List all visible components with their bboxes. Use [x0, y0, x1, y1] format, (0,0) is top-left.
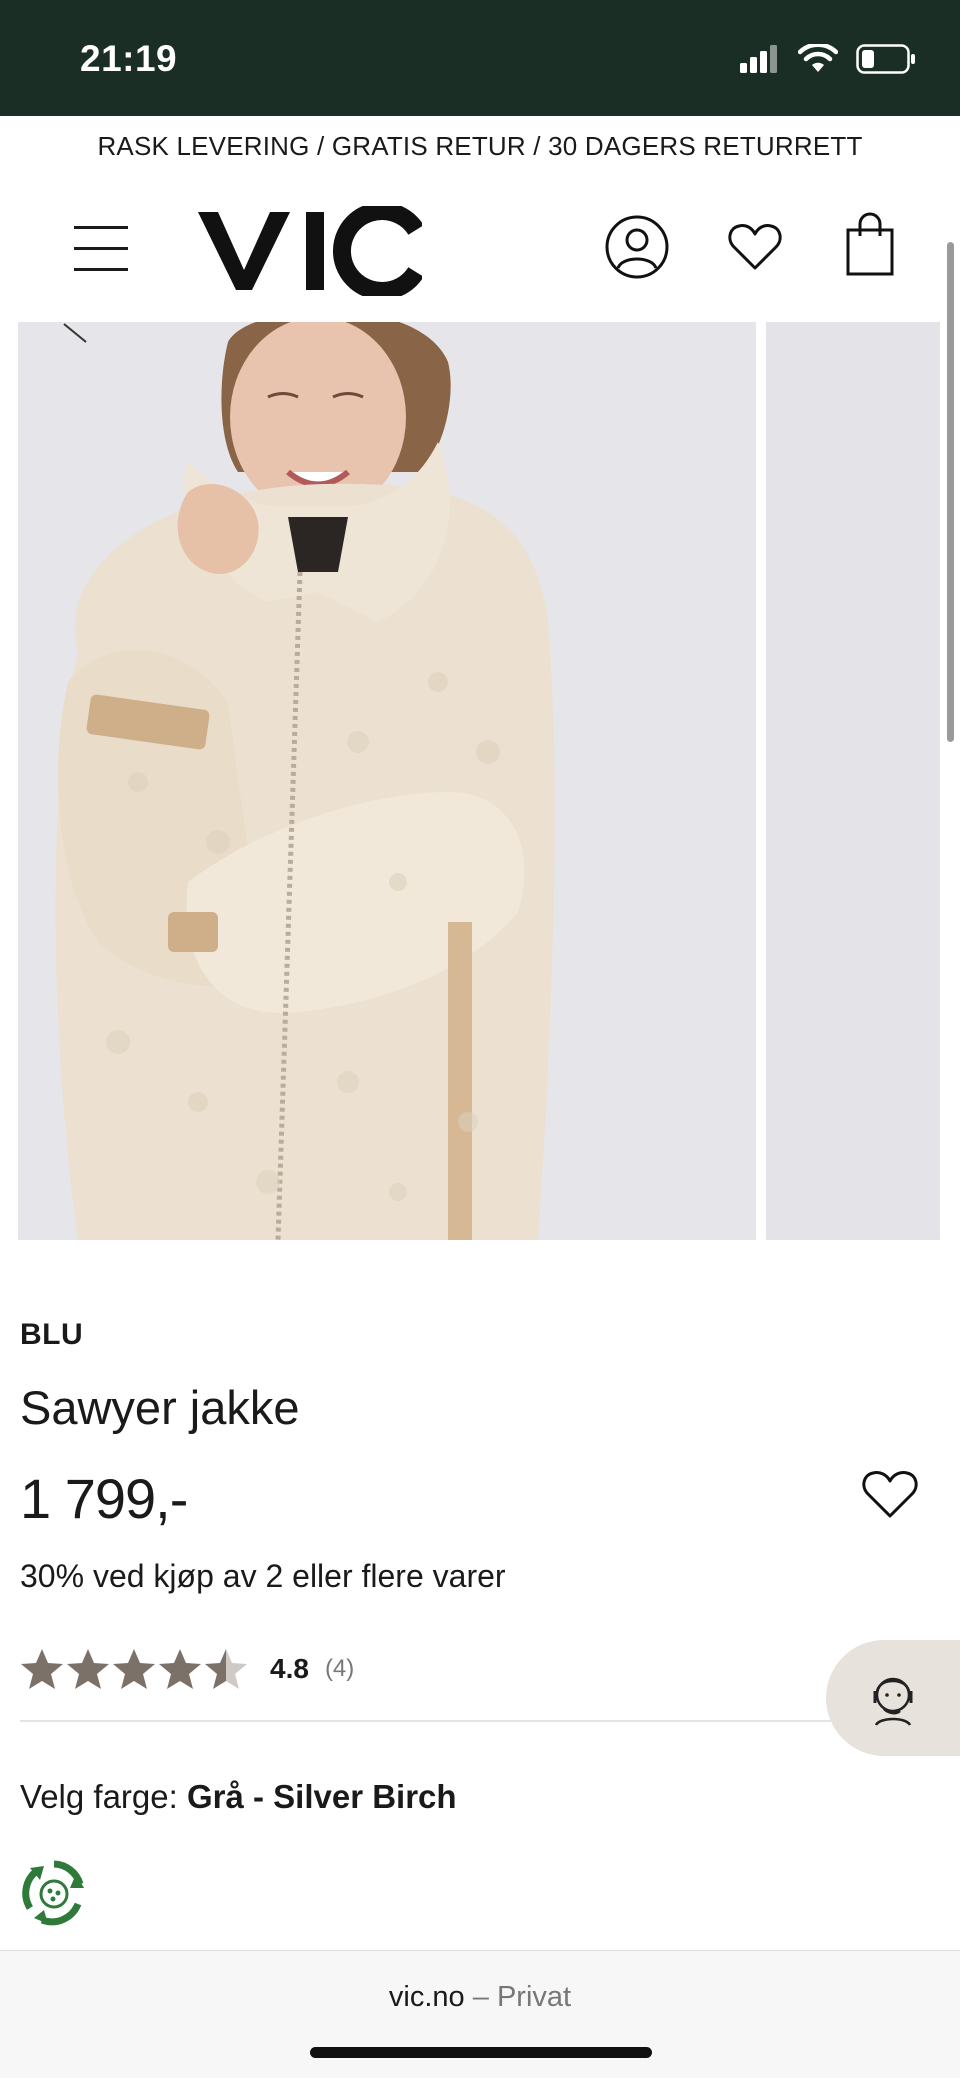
product-brand[interactable]: BLU [20, 1318, 83, 1352]
vic-logo[interactable] [196, 206, 422, 296]
product-image-gallery[interactable] [18, 322, 940, 1240]
product-image-main[interactable] [18, 322, 756, 1240]
url-domain: vic.no [388, 1981, 465, 2013]
browser-bottom-bar: vic.no – Privat [0, 1950, 960, 2078]
user-icon [605, 215, 669, 279]
color-label: Velg farge: [20, 1778, 178, 1815]
star-icon [113, 1649, 155, 1689]
zoom-icon [63, 323, 87, 343]
customer-service-button[interactable] [826, 1640, 960, 1756]
star-icon [205, 1649, 247, 1689]
browsing-mode: Privat [496, 1981, 572, 2013]
url-separator: – [472, 1981, 489, 2013]
promotion-text: 30% ved kjøp av 2 eller flere varer [20, 1558, 506, 1594]
menu-button[interactable] [74, 226, 128, 272]
signal-icon [740, 45, 777, 73]
star-icon [159, 1649, 201, 1689]
status-time: 21:19 [80, 38, 178, 79]
address-bar[interactable]: vic.no – Privat [0, 1981, 960, 2014]
promo-banner: RASK LEVERING / GRATIS RETUR / 30 DAGERS… [97, 131, 863, 161]
battery-icon [856, 44, 915, 74]
product-photo [18, 322, 756, 1240]
color-selector-label: Velg farge: Grå - Silver Birch [20, 1778, 457, 1816]
account-button[interactable] [604, 214, 670, 280]
home-indicator[interactable] [310, 2047, 652, 2058]
add-to-favorites-button[interactable] [860, 1466, 920, 1522]
customer-service-icon [873, 1677, 913, 1726]
heart-icon [728, 224, 782, 270]
rating-stars [20, 1647, 248, 1691]
wishlist-button[interactable] [726, 218, 784, 276]
recycle-icon [22, 1860, 84, 1926]
shopping-bag-icon [846, 212, 894, 276]
product-rating[interactable]: 4.8 (4) [20, 1644, 354, 1694]
heart-icon [862, 1471, 918, 1518]
divider [20, 1720, 840, 1722]
rating-count: (4) [324, 1655, 355, 1682]
star-icon [21, 1649, 63, 1689]
rating-value: 4.8 [270, 1653, 309, 1684]
wifi-icon [798, 44, 838, 72]
product-image-next[interactable] [766, 322, 940, 1240]
page-scrollbar[interactable] [947, 242, 954, 742]
product-price: 1 799,- [20, 1467, 188, 1530]
hamburger-menu-icon [74, 226, 128, 229]
status-icons [740, 44, 916, 74]
site-header [0, 180, 960, 320]
cart-button[interactable] [844, 212, 896, 278]
selected-color: Grå - Silver Birch [186, 1778, 457, 1815]
product-title: Sawyer jakke [20, 1381, 300, 1434]
star-icon [67, 1649, 109, 1689]
status-bar: 21:19 [0, 0, 960, 116]
